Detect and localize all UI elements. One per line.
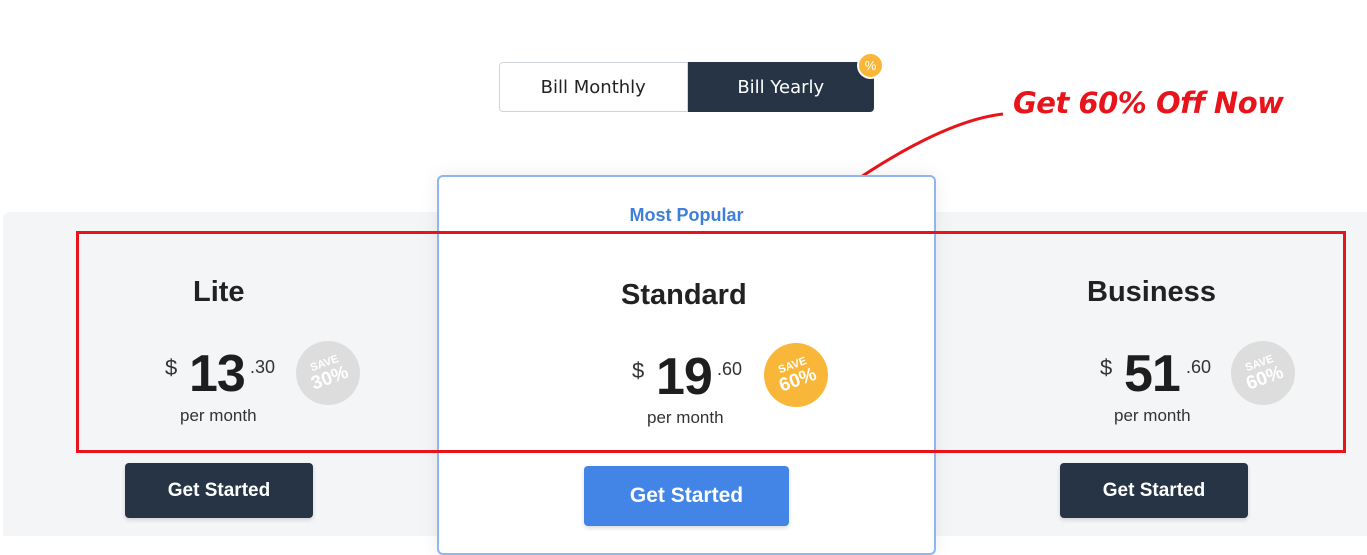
currency-symbol: $ <box>165 355 178 380</box>
price-cents: .60 <box>717 359 743 379</box>
plan-name: Standard <box>621 279 747 311</box>
price-amount: 19 <box>656 348 713 406</box>
price-amount: 51 <box>1124 345 1181 403</box>
promo-annotation: Get 60% Off Now <box>1013 86 1284 120</box>
currency-symbol: $ <box>632 358 645 383</box>
currency-symbol: $ <box>1100 355 1113 380</box>
plan-name: Business <box>1087 276 1216 308</box>
price-period: per month <box>647 408 724 427</box>
standard-get-started-button[interactable]: Get Started <box>584 466 789 526</box>
bill-monthly-button[interactable]: Bill Monthly <box>499 62 688 112</box>
lite-get-started-button[interactable]: Get Started <box>125 463 313 518</box>
price-period: per month <box>1114 406 1191 425</box>
business-get-started-button[interactable]: Get Started <box>1060 463 1248 518</box>
plan-name: Lite <box>193 276 245 308</box>
price-cents: .60 <box>1186 357 1212 377</box>
most-popular-tag: Most Popular <box>629 205 744 225</box>
price-cents: .30 <box>250 357 276 377</box>
percent-badge: % <box>857 52 884 79</box>
price-period: per month <box>180 406 257 425</box>
price-amount: 13 <box>189 345 246 403</box>
